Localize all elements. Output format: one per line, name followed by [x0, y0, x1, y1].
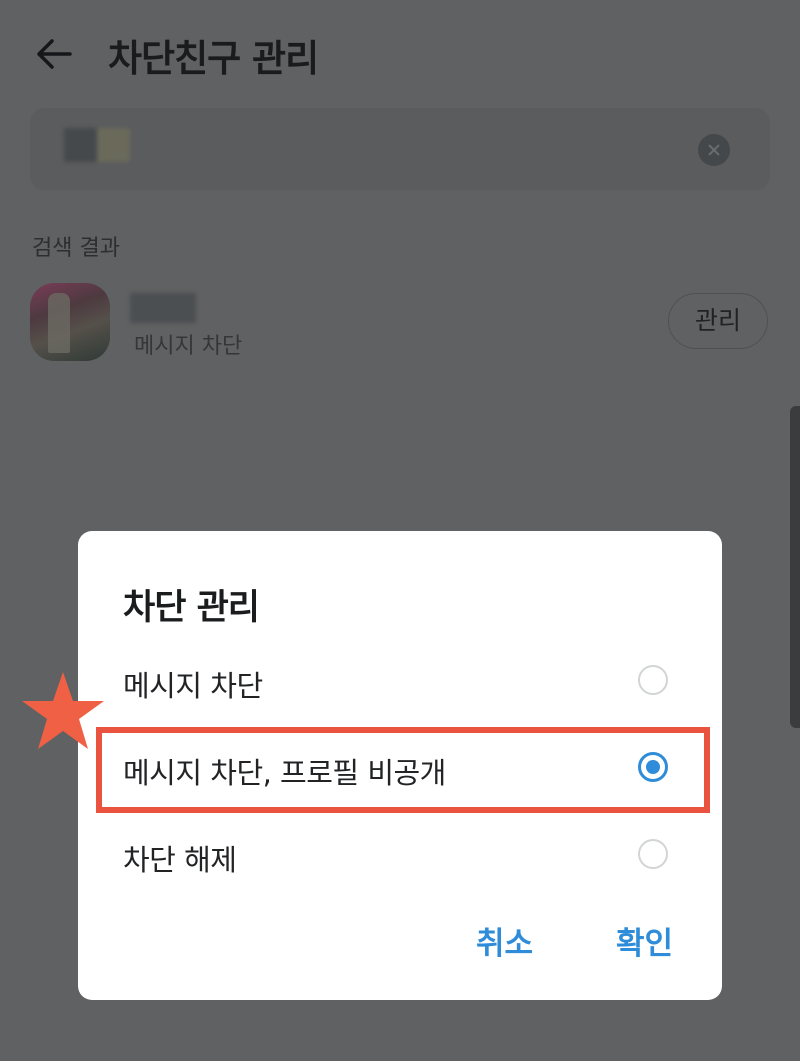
search-results-label: 검색 결과 — [32, 236, 120, 261]
option-label: 차단 해제 — [123, 843, 237, 877]
screen: 차단친구 관리 검색 결과 메시지 차단 관리 차단 관리 메시지 차단 메시지… — [0, 0, 800, 1061]
radio-button[interactable] — [638, 665, 668, 695]
side-scroll-handle[interactable] — [790, 406, 800, 728]
friend-block-status: 메시지 차단 — [134, 334, 243, 359]
radio-button[interactable] — [638, 839, 668, 869]
friend-name-blurred — [130, 293, 196, 323]
dialog-title: 차단 관리 — [123, 588, 260, 628]
confirm-button[interactable]: 확인 — [616, 918, 673, 963]
dialog-actions: 취소 확인 — [78, 900, 722, 1000]
manage-button[interactable]: 관리 — [668, 293, 768, 349]
search-input[interactable] — [30, 108, 770, 190]
avatar[interactable] — [30, 283, 110, 361]
page-title: 차단친구 관리 — [108, 37, 319, 80]
back-button[interactable] — [34, 36, 74, 72]
star-icon — [22, 672, 104, 749]
search-query-blurred — [64, 128, 130, 162]
annotation-highlight-box — [96, 727, 710, 813]
cancel-button[interactable]: 취소 — [476, 918, 533, 963]
option-message-block[interactable]: 메시지 차단 — [78, 637, 722, 725]
option-label: 메시지 차단 — [123, 669, 263, 703]
arrow-left-icon — [37, 39, 72, 69]
option-unblock[interactable]: 차단 해제 — [78, 811, 722, 899]
clear-icon[interactable] — [698, 134, 730, 166]
